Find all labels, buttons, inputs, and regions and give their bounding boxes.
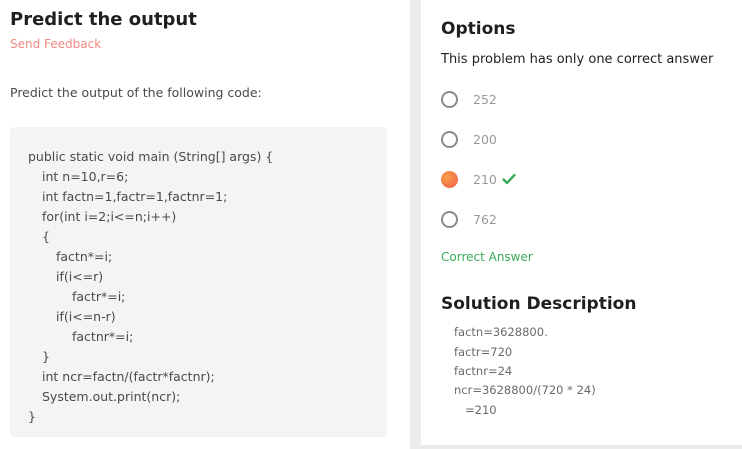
radio-unselected-icon[interactable] — [441, 130, 458, 148]
option-762[interactable]: 762 — [441, 208, 701, 230]
page: Predict the output Send Feedback Predict… — [0, 0, 742, 449]
code-line: int factn=1,factr=1,factnr=1; — [42, 189, 228, 204]
solution-title: Solution Description — [441, 294, 637, 314]
solution-line: factr=720 — [454, 345, 513, 359]
option-200[interactable]: 200 — [441, 128, 701, 150]
code-line: { — [42, 229, 50, 244]
options-subtitle: This problem has only one correct answer — [441, 52, 714, 67]
option-252[interactable]: 252 — [441, 88, 701, 110]
send-feedback-link[interactable]: Send Feedback — [10, 37, 101, 51]
code-line: } — [42, 349, 50, 364]
radio-unselected-icon[interactable] — [441, 90, 458, 108]
question-text: Predict the output of the following code… — [10, 85, 262, 100]
code-line: factn*=i; — [56, 249, 113, 264]
options-title: Options — [441, 19, 516, 39]
code-line: for(int i=2;i<=n;i++) — [42, 209, 177, 224]
option-label: 762 — [473, 211, 497, 227]
code-line: int n=10,r=6; — [42, 169, 129, 184]
code-line: if(i<=r) — [56, 269, 104, 284]
options-panel: Options This problem has only one correc… — [421, 0, 742, 445]
code-line: if(i<=n-r) — [56, 309, 116, 324]
code-line: factr*=i; — [72, 289, 126, 304]
option-label: 200 — [473, 131, 497, 147]
code-line: public static void main (String[] args) … — [28, 149, 274, 164]
correct-answer-label: Correct Answer — [441, 250, 533, 264]
solution-line: =210 — [465, 403, 497, 417]
code-block: public static void main (String[] args) … — [10, 127, 387, 437]
code-line: System.out.print(ncr); — [42, 389, 181, 404]
solution-line: factn=3628800. — [454, 325, 548, 339]
code-line: factnr*=i; — [72, 329, 134, 344]
solution-line: factnr=24 — [454, 364, 513, 378]
solution-line: ncr=3628800/(720 * 24) — [454, 383, 596, 397]
code-line: int ncr=factn/(factr*factnr); — [42, 369, 215, 384]
radio-unselected-icon[interactable] — [441, 210, 458, 228]
checkmark-icon — [502, 173, 516, 185]
problem-title: Predict the output — [10, 9, 197, 30]
option-label: 210 — [473, 171, 497, 187]
problem-panel: Predict the output Send Feedback Predict… — [0, 0, 410, 449]
radio-selected-icon[interactable] — [441, 170, 458, 188]
option-label: 252 — [473, 91, 497, 107]
option-210[interactable]: 210 — [441, 168, 701, 190]
code-line: } — [28, 409, 36, 424]
